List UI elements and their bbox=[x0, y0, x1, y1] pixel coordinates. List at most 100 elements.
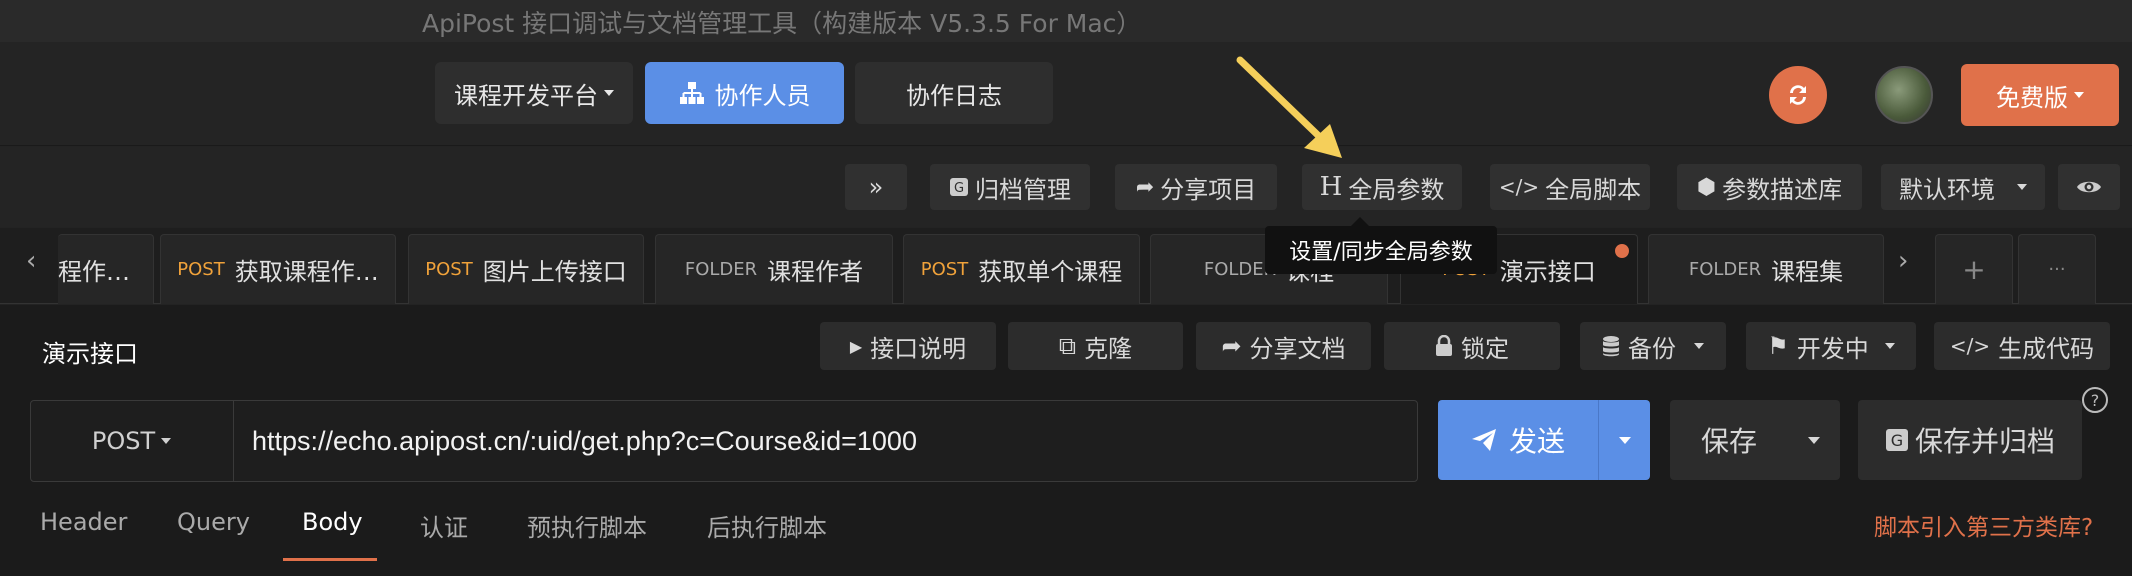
plan-button[interactable]: 免费版 bbox=[1961, 64, 2119, 126]
archive-label: 归档管理 bbox=[975, 175, 1071, 204]
tab-method: POST bbox=[177, 259, 225, 280]
send-button[interactable]: 发送 bbox=[1438, 400, 1650, 480]
clone-label: 克隆 bbox=[1084, 334, 1133, 363]
env-label: 默认环境 bbox=[1899, 175, 1995, 204]
global-script-label: 全局脚本 bbox=[1545, 175, 1642, 204]
share-project-label: 分享项目 bbox=[1160, 175, 1257, 204]
sync-icon[interactable] bbox=[1769, 66, 1827, 124]
param-library-button[interactable]: ⬢ 参数描述库 bbox=[1677, 164, 1862, 210]
method-selector[interactable]: POST bbox=[30, 400, 234, 482]
lock-label: 锁定 bbox=[1461, 334, 1509, 363]
send-options-button[interactable] bbox=[1599, 436, 1650, 444]
active-tab-indicator bbox=[283, 558, 377, 561]
backup-button[interactable]: 备份 bbox=[1580, 322, 1726, 370]
tab-method: POST bbox=[425, 259, 473, 280]
archive-icon: G bbox=[1885, 428, 1909, 452]
unsaved-dot-icon bbox=[1615, 244, 1629, 258]
global-params-button[interactable]: H 全局参数 bbox=[1302, 164, 1462, 210]
tab-1[interactable]: POST 获取课程作… bbox=[160, 234, 396, 304]
heading-icon: H bbox=[1319, 172, 1343, 202]
tooltip: 设置/同步全局参数 bbox=[1265, 217, 1497, 274]
tab-7[interactable]: FOLDER 课程集 bbox=[1648, 234, 1884, 304]
flag-icon: ⚑ bbox=[1767, 332, 1789, 360]
send-label: 发送 bbox=[1508, 425, 1565, 458]
subtab-post-script[interactable]: 后执行脚本 bbox=[707, 508, 827, 543]
window-title: ApiPost 接口调试与文档管理工具（构建版本 V5.3.5 For Mac） bbox=[422, 9, 1142, 38]
subtab-body[interactable]: Body bbox=[302, 508, 363, 536]
share-icon: ➦ bbox=[1221, 332, 1242, 360]
project-selector-label: 课程开发平台 bbox=[454, 81, 598, 110]
tab-4[interactable]: POST 获取单个课程 bbox=[903, 234, 1140, 304]
scroll-right-icon[interactable]: › bbox=[1898, 246, 1908, 276]
lock-button[interactable]: 锁定 bbox=[1384, 322, 1560, 370]
chevron-down-icon bbox=[1808, 436, 1820, 444]
api-title: 演示接口 bbox=[42, 340, 138, 368]
third-party-library-link[interactable]: 脚本引入第三方类库? bbox=[1874, 508, 2093, 542]
share-doc-label: 分享文档 bbox=[1249, 334, 1346, 363]
tab-0[interactable]: 程作… bbox=[58, 234, 154, 304]
method-label: POST bbox=[91, 427, 156, 455]
chevron-down-icon bbox=[161, 438, 172, 444]
tab-2[interactable]: POST 图片上传接口 bbox=[408, 234, 644, 304]
chevron-down-icon bbox=[604, 90, 614, 96]
plus-icon: + bbox=[1962, 253, 1986, 286]
code-icon: </> bbox=[1949, 334, 1991, 358]
clone-button[interactable]: ⧉ 克隆 bbox=[1008, 322, 1183, 370]
code-icon: </> bbox=[1498, 175, 1540, 199]
org-chart-icon bbox=[679, 81, 705, 105]
eye-icon[interactable] bbox=[2058, 164, 2120, 210]
caret-right-icon: ▶ bbox=[849, 336, 863, 356]
expand-button[interactable]: » bbox=[845, 164, 907, 210]
annotation-arrow-icon bbox=[1236, 56, 1342, 158]
more-tabs-button[interactable]: ··· bbox=[2018, 234, 2096, 304]
tab-method: FOLDER bbox=[684, 259, 758, 280]
chevron-down-icon bbox=[1884, 343, 1895, 349]
save-button[interactable]: 保存 bbox=[1670, 400, 1840, 480]
project-selector[interactable]: 课程开发平台 bbox=[435, 62, 633, 124]
api-doc-button[interactable]: ▶ 接口说明 bbox=[820, 322, 996, 370]
subtab-auth[interactable]: 认证 bbox=[420, 508, 468, 543]
global-script-button[interactable]: </> 全局脚本 bbox=[1490, 164, 1650, 210]
avatar[interactable] bbox=[1875, 66, 1933, 124]
url-input[interactable] bbox=[252, 418, 1402, 464]
archive-button[interactable]: G 归档管理 bbox=[930, 164, 1090, 210]
env-selector[interactable]: 默认环境 bbox=[1881, 164, 2045, 210]
tab-method: POST bbox=[920, 259, 969, 280]
database-icon bbox=[1602, 335, 1620, 357]
save-options-button[interactable] bbox=[1788, 436, 1840, 444]
generate-code-label: 生成代码 bbox=[1998, 334, 2095, 363]
save-and-archive-button[interactable]: G 保存并归档 bbox=[1858, 400, 2082, 480]
plan-label: 免费版 bbox=[1996, 83, 2068, 112]
subtab-query[interactable]: Query bbox=[177, 508, 250, 536]
subtab-pre-script[interactable]: 预执行脚本 bbox=[527, 508, 647, 543]
svg-text:G: G bbox=[954, 181, 964, 196]
status-selector[interactable]: ⚑ 开发中 bbox=[1746, 322, 1916, 370]
tab-name: 课程集 bbox=[1771, 258, 1844, 286]
tab-name: 获取课程作… bbox=[234, 258, 379, 286]
more-icon: ··· bbox=[2048, 259, 2066, 280]
tab-name: 获取单个课程 bbox=[978, 258, 1123, 286]
tab-name: 程作… bbox=[58, 258, 130, 286]
lock-icon bbox=[1435, 335, 1453, 357]
global-params-label: 全局参数 bbox=[1348, 175, 1445, 204]
chevron-down-icon bbox=[1618, 436, 1631, 444]
share-project-button[interactable]: ➦ 分享项目 bbox=[1115, 164, 1277, 210]
subtab-header[interactable]: Header bbox=[40, 508, 127, 536]
collaborators-button[interactable]: 协作人员 bbox=[645, 62, 844, 124]
scroll-left-icon[interactable]: ‹ bbox=[26, 246, 36, 276]
help-text: ? bbox=[2090, 390, 2100, 410]
collab-log-button[interactable]: 协作日志 bbox=[855, 62, 1053, 124]
help-icon[interactable]: ? bbox=[2082, 387, 2108, 413]
tab-name: 课程作者 bbox=[767, 258, 864, 286]
backup-label: 备份 bbox=[1628, 334, 1676, 363]
chevron-down-icon bbox=[2017, 184, 2027, 190]
tab-3[interactable]: FOLDER 课程作者 bbox=[655, 234, 893, 304]
status-label: 开发中 bbox=[1796, 334, 1869, 363]
share-doc-button[interactable]: ➦ 分享文档 bbox=[1196, 322, 1371, 370]
tooltip-text: 设置/同步全局参数 bbox=[1289, 240, 1473, 265]
save-label: 保存 bbox=[1700, 425, 1757, 458]
param-library-label: 参数描述库 bbox=[1722, 175, 1843, 204]
add-tab-button[interactable]: + bbox=[1935, 234, 2013, 304]
generate-code-button[interactable]: </> 生成代码 bbox=[1934, 322, 2110, 370]
tab-method: FOLDER bbox=[1688, 259, 1762, 280]
